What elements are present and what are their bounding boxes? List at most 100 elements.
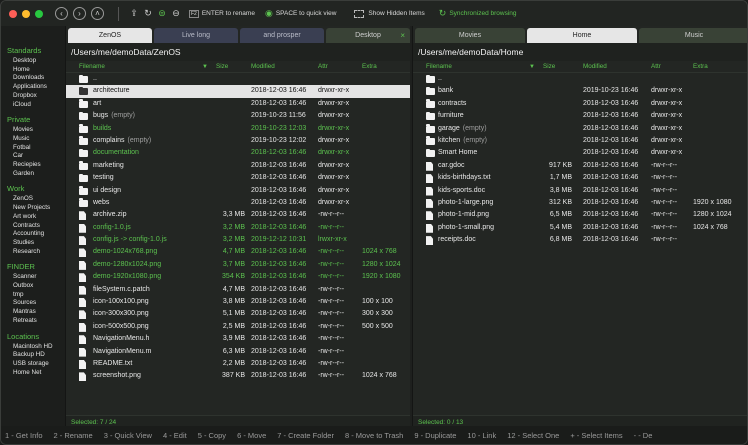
sidebar-item[interactable]: Fotbal [7,144,65,153]
up-button[interactable]: ˄ [91,7,104,20]
sync-browsing-toggle[interactable]: ↻ Synchronized browsing [439,8,517,19]
tab-desktop[interactable]: Desktop × [326,28,410,43]
sidebar-item[interactable]: Garden [7,170,65,179]
function-key-4[interactable]: 4 - Edit [163,431,187,440]
column-attr[interactable]: Attr [318,63,328,70]
column-modified[interactable]: Modified [583,63,607,70]
sidebar-item[interactable]: Outbox [7,282,65,291]
sidebar-item[interactable]: Sources [7,299,65,308]
file-row[interactable]: screenshot.png 387 KB 2018-12-03 16:46 -rw-… [66,370,410,382]
sidebar-item[interactable]: Art work [7,213,65,222]
minus-circle-icon[interactable]: ⊖ [169,8,183,19]
function-key-5[interactable]: 5 - Copy [198,431,226,440]
file-row[interactable]: fileSystem.c.patch 4,7 MB 2018-12-03 16:46… [66,284,410,296]
sort-down-icon[interactable]: ▼ [529,64,535,70]
sidebar-item[interactable]: Retreats [7,317,65,326]
file-row[interactable]: demo-1024x768.png 4,7 MB 2018-12-03 16:46 -… [66,246,410,258]
sidebar-item[interactable]: Movies [7,126,65,135]
sidebar-item[interactable]: Applications [7,83,65,92]
function-key-12[interactable]: + - Select Items [570,431,622,440]
minimize-window-button[interactable] [22,9,30,18]
sidebar-item[interactable]: USB storage [7,360,65,369]
file-row[interactable]: icon-500x500.png 2,5 MB 2018-12-03 16:46 -r… [66,321,410,333]
sidebar-item[interactable]: Backup HD [7,351,65,360]
column-filename[interactable]: Filename [79,63,105,70]
tab-music[interactable]: Music [639,28,747,43]
file-row[interactable]: README.txt 2,2 MB 2018-12-03 16:46 -rw-r--r… [66,358,410,370]
file-row[interactable]: demo-1920x1080.png 354 KB 2018-12-03 16:46… [66,271,410,283]
column-extra[interactable]: Extra [693,63,708,70]
sidebar-item[interactable]: Downloads [7,74,65,83]
sidebar-item[interactable]: Contracts [7,222,65,231]
function-key-13[interactable]: - - De [634,431,653,440]
sidebar-item[interactable]: Dropbox [7,92,65,101]
tab-movies[interactable]: Movies [415,28,525,43]
column-size[interactable]: Size [216,63,228,70]
sidebar-item[interactable]: iCloud [7,101,65,110]
share-icon[interactable]: ⇪ [127,8,141,19]
sidebar-item[interactable]: tmp [7,291,65,300]
function-key-1[interactable]: 1 - Get Info [5,431,43,440]
back-button[interactable]: ‹ [55,7,68,20]
sidebar-item[interactable]: Accounting [7,230,65,239]
tab-live-long[interactable]: Live long [154,28,238,43]
file-row[interactable]: photo-1-mid.png 6,5 MB 2018-12-03 16:46 -rw… [413,209,747,221]
file-row[interactable]: NavigationMenu.m 6,3 MB 2018-12-03 16:46 -r… [66,346,410,358]
forward-button[interactable]: › [73,7,86,20]
sidebar-item[interactable]: Home Net [7,369,65,378]
folder-row[interactable]: complains (empty) 2019-10-23 12:02 drwxr-xr… [66,135,410,147]
folder-row[interactable]: .. [413,73,747,85]
folder-row[interactable]: .. [66,73,410,85]
column-filename[interactable]: Filename [426,63,452,70]
sidebar-item[interactable]: Macintosh HD [7,343,65,352]
tab-home[interactable]: Home [527,28,637,43]
file-row[interactable]: car.gdoc 917 KB 2018-12-03 16:46 -rw-r--r-- [413,160,747,172]
sidebar-item[interactable]: Home [7,66,65,75]
folder-row[interactable]: testing 2018-12-03 16:46 drwxr-xr-x [66,172,410,184]
folder-row[interactable]: webs 2018-12-03 16:46 drwxr-xr-x [66,197,410,209]
folder-row[interactable]: bugs (empty) 2019-10-23 11:56 drwxr-xr-x [66,110,410,122]
folder-row[interactable]: architecture 2018-12-03 16:46 drwxr-xr-x [66,85,410,98]
folder-row[interactable]: kitchen (empty) 2018-12-03 16:46 drwxr-xr-x [413,135,747,147]
file-row[interactable]: receipts.doc 6,8 MB 2018-12-03 16:46 -rw-r-… [413,234,747,246]
column-attr[interactable]: Attr [651,63,661,70]
function-key-3[interactable]: 3 - Quick View [104,431,152,440]
column-size[interactable]: Size [543,63,555,70]
function-key-9[interactable]: 9 - Duplicate [414,431,456,440]
column-modified[interactable]: Modified [251,63,275,70]
folder-row[interactable]: ui design 2018-12-03 16:46 drwxr-xr-x [66,185,410,197]
folder-row[interactable]: art 2018-12-03 16:46 drwxr-xr-x [66,98,410,110]
file-row[interactable]: photo-1-large.png 312 KB 2018-12-03 16:46 -… [413,197,747,209]
sidebar-item[interactable]: ZenOS [7,195,65,204]
folder-row[interactable]: builds 2019-10-23 12:03 drwxr-xr-x [66,123,410,135]
close-tab-icon[interactable]: × [400,28,405,43]
sidebar-item[interactable]: Reciepies [7,161,65,170]
tab-zenos[interactable]: ZenOS [68,28,152,43]
file-row[interactable]: photo-1-small.png 5,4 MB 2018-12-03 16:46 -… [413,222,747,234]
sidebar-item[interactable]: Desktop [7,57,65,66]
function-key-6[interactable]: 6 - Move [237,431,266,440]
function-key-8[interactable]: 8 - Move to Trash [345,431,403,440]
file-row[interactable]: kids-sports.doc 3,8 MB 2018-12-03 16:46 -rw… [413,185,747,197]
file-row[interactable]: kids-birthdays.txt 1,7 MB 2018-12-03 16:46… [413,172,747,184]
file-row[interactable]: archive.zip 3,3 MB 2018-12-03 16:46 -rw-r--… [66,209,410,221]
function-key-2[interactable]: 2 - Rename [54,431,93,440]
folder-row[interactable]: furniture 2018-12-03 16:46 drwxr-xr-x [413,110,747,122]
column-extra[interactable]: Extra [362,63,377,70]
folder-row[interactable]: marketing 2018-12-03 16:46 drwxr-xr-x [66,160,410,172]
folder-row[interactable]: documentation 2018-12-03 16:46 drwxr-xr-x [66,147,410,159]
file-row[interactable]: NavigationMenu.h 3,9 MB 2018-12-03 16:46 -r… [66,333,410,345]
folder-row[interactable]: bank 2019-10-23 16:46 drwxr-xr-x [413,85,747,97]
sidebar-item[interactable]: Scanner [7,273,65,282]
folder-row[interactable]: contracts 2018-12-03 16:46 drwxr-xr-x [413,98,747,110]
sidebar-item[interactable]: New Projects [7,204,65,213]
function-key-7[interactable]: 7 - Create Folder [277,431,334,440]
file-row[interactable]: icon-100x100.png 3,8 MB 2018-12-03 16:46 -r… [66,296,410,308]
tab-and-prosper[interactable]: and prosper [240,28,324,43]
folder-row[interactable]: garage (empty) 2018-12-03 16:46 drwxr-xr-x [413,123,747,135]
sidebar-item[interactable]: Studies [7,239,65,248]
sort-down-icon[interactable]: ▼ [202,64,208,70]
file-row[interactable]: config-1.0.js 3,2 MB 2018-12-03 16:46 -rw-r… [66,222,410,234]
file-row[interactable]: icon-300x300.png 5,1 MB 2018-12-03 16:46 -r… [66,308,410,320]
sync-circle-icon[interactable]: ⊜ [155,8,169,19]
